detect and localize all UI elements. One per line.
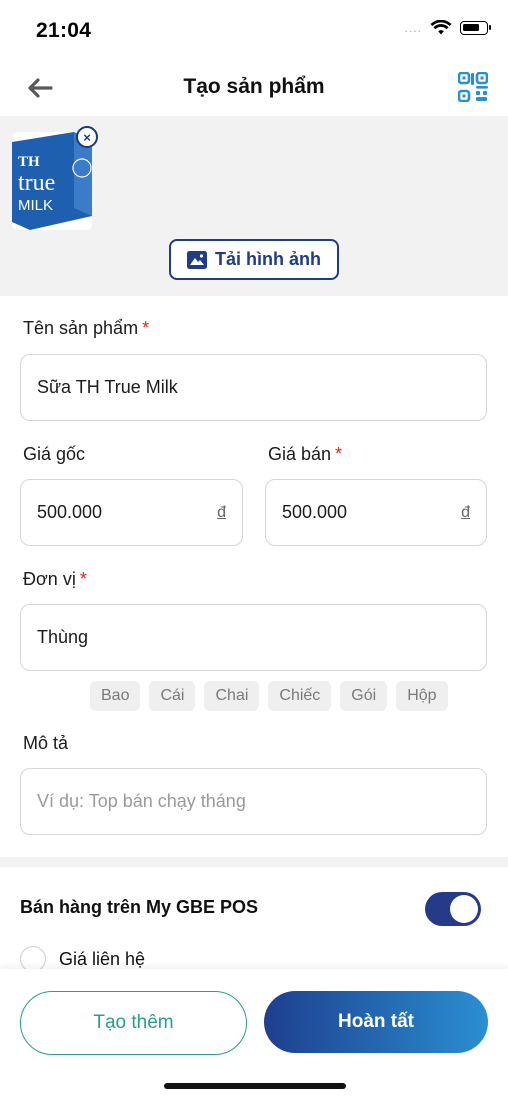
footer-actions: Tạo thêm Hoàn tất	[0, 969, 508, 1101]
unit-label-text: Đơn vị	[23, 569, 76, 589]
original-price-label-text: Giá gốc	[23, 444, 86, 464]
product-image: TH true MILK	[12, 132, 92, 230]
home-indicator	[164, 1083, 346, 1089]
unit-chip-chai[interactable]: Chai	[204, 681, 260, 711]
upload-image-label: Tải hình ảnh	[215, 249, 321, 269]
unit-input[interactable]: Thùng	[20, 604, 487, 671]
complete-button[interactable]: Hoàn tất	[264, 991, 488, 1053]
unit-label: Đơn vị *	[23, 569, 87, 590]
product-thumbnail[interactable]: TH true MILK	[12, 132, 92, 230]
description-label-text: Mô tả	[23, 733, 69, 753]
description-input[interactable]: Ví dụ: Top bán chạy tháng	[20, 768, 487, 835]
unit-chip-chiec[interactable]: Chiếc	[268, 681, 332, 711]
close-icon: ×	[83, 129, 91, 145]
product-name-label: Tên sản phẩm *	[23, 318, 149, 339]
unit-suggestion-chips: Bao Cái Chai Chiếc Gói Hộp	[90, 681, 448, 711]
app-header: Tạo sản phẩm	[0, 58, 508, 116]
unit-value: Thùng	[37, 627, 89, 647]
battery-icon	[460, 21, 491, 35]
image-icon	[187, 250, 207, 269]
sell-on-pos-toggle[interactable]	[425, 892, 481, 926]
product-name-input[interactable]: Sữa TH True Milk	[20, 354, 487, 421]
unit-chip-hop[interactable]: Hộp	[396, 681, 448, 711]
required-marker: *	[79, 569, 87, 589]
image-section: TH true MILK × Tải hình ảnh	[0, 116, 508, 296]
original-price-value: 500.000	[37, 502, 103, 522]
qr-code-icon	[457, 71, 489, 103]
required-marker: *	[142, 318, 150, 338]
status-bar: 21:04 ....	[0, 0, 508, 58]
sale-price-label-text: Giá bán	[268, 444, 332, 464]
toggle-knob	[450, 895, 478, 923]
create-more-button[interactable]: Tạo thêm	[20, 991, 247, 1055]
section-divider	[0, 857, 508, 867]
thumbnail-brand-th: TH	[18, 154, 40, 170]
contact-price-label: Giá liên hệ	[59, 949, 146, 969]
signal-icon: ....	[404, 21, 422, 35]
qr-scan-button[interactable]	[457, 71, 489, 103]
page-title: Tạo sản phẩm	[183, 75, 325, 98]
sale-price-label: Giá bán *	[268, 444, 342, 465]
thumbnail-brand-milk: MILK	[18, 197, 53, 214]
product-name-label-text: Tên sản phẩm	[23, 318, 139, 338]
currency-symbol: đ	[217, 503, 226, 521]
description-label: Mô tả	[23, 733, 68, 754]
required-marker: *	[335, 444, 343, 464]
wifi-icon	[430, 20, 452, 35]
sale-price-input[interactable]: 500.000 đ	[265, 479, 487, 546]
status-icons: ....	[404, 20, 491, 36]
upload-image-button[interactable]: Tải hình ảnh	[169, 239, 339, 280]
description-placeholder: Ví dụ: Top bán chạy tháng	[37, 791, 246, 811]
unit-chip-goi[interactable]: Gói	[340, 681, 388, 711]
sale-price-value: 500.000	[282, 502, 348, 522]
thumbnail-brand-true: true	[18, 170, 55, 196]
unit-chip-cai[interactable]: Cái	[149, 681, 196, 711]
remove-image-button[interactable]: ×	[76, 126, 98, 148]
original-price-input[interactable]: 500.000 đ	[20, 479, 243, 546]
original-price-label: Giá gốc	[23, 444, 85, 465]
create-more-label: Tạo thêm	[93, 1012, 174, 1033]
unit-chip-bao[interactable]: Bao	[90, 681, 141, 711]
currency-symbol: đ	[461, 503, 470, 521]
complete-label: Hoàn tất	[338, 1011, 414, 1032]
sell-on-pos-label: Bán hàng trên My GBE POS	[20, 897, 259, 917]
product-name-value: Sữa TH True Milk	[37, 377, 178, 397]
status-time: 21:04	[36, 19, 92, 42]
